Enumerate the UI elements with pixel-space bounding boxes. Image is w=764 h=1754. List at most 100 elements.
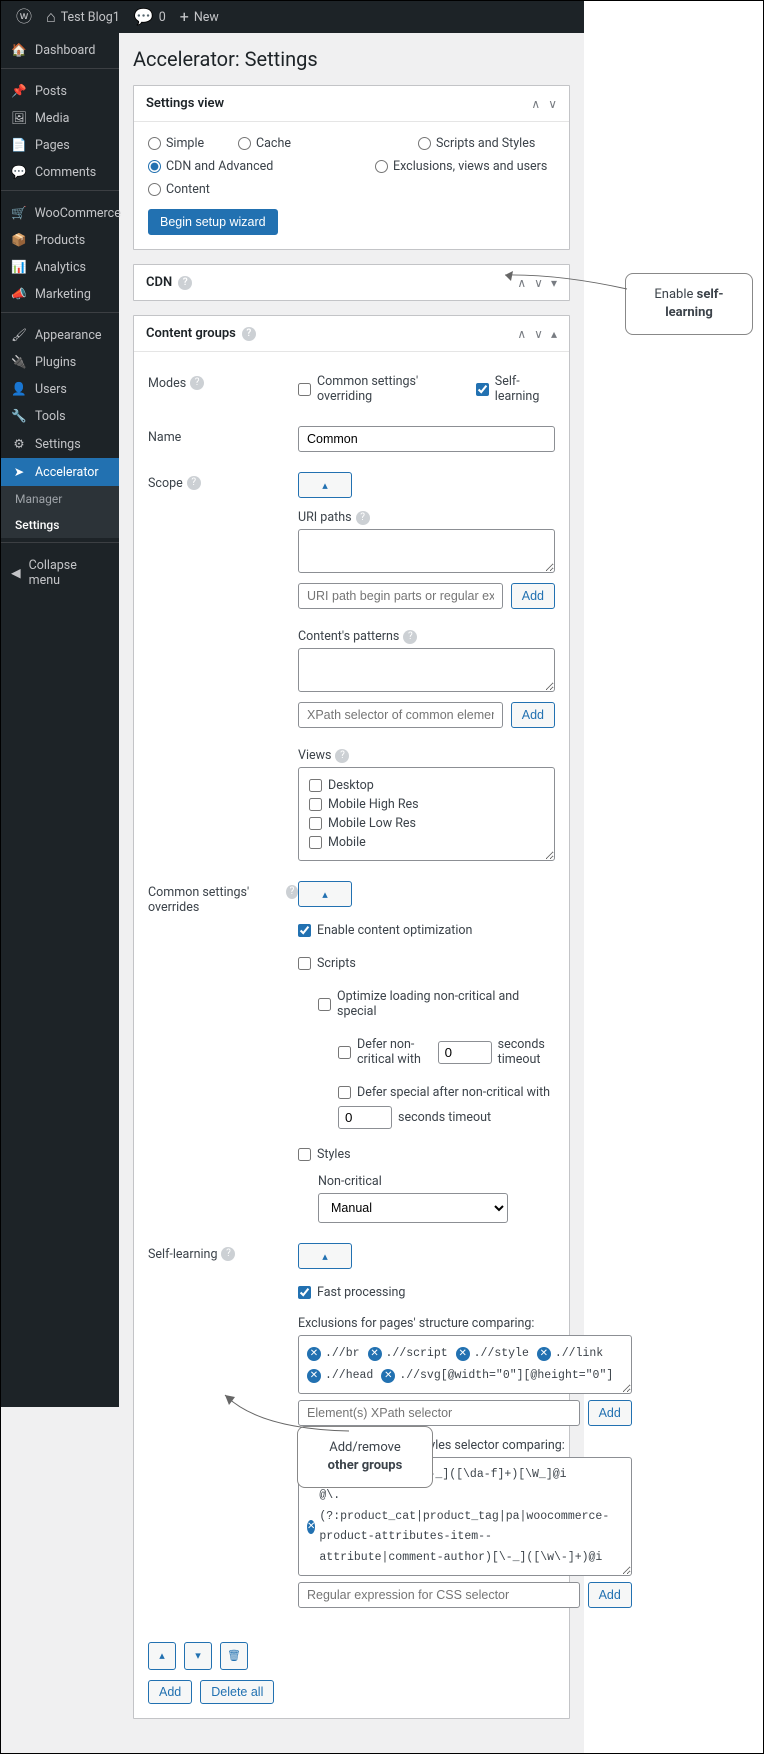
collapse-all-icon[interactable]: ▴ (551, 327, 557, 341)
chk-defer-noncrit[interactable]: Defer non-critical with seconds timeout (338, 1035, 555, 1069)
help-icon[interactable]: ? (286, 885, 298, 899)
dropdown-icon[interactable]: ▾ (551, 276, 557, 290)
help-icon[interactable]: ? (187, 476, 201, 490)
non-critical-label: Non-critical (318, 1174, 382, 1189)
chk-enable-opt[interactable]: Enable content optimization (298, 921, 555, 940)
uri-add-button[interactable]: Add (511, 583, 555, 609)
radio-content[interactable]: Content (148, 178, 278, 201)
xpath-add-button[interactable]: Add (511, 702, 555, 728)
help-icon[interactable]: ? (242, 327, 256, 341)
sidebar-item-media[interactable]: 🖼Media (1, 105, 119, 132)
sidebar-item-analytics[interactable]: 📊Analytics (1, 254, 119, 281)
sidebar-item-plugins[interactable]: 🔌Plugins (1, 349, 119, 376)
collapse-up-icon[interactable]: ∧ (517, 276, 526, 290)
defer-noncrit-input[interactable] (438, 1041, 492, 1064)
chk-optimize-loading[interactable]: Optimize loading non-critical and specia… (318, 987, 555, 1021)
overrides-collapse-button[interactable]: ▴ (298, 881, 352, 907)
sidebar-item-posts[interactable]: 📌Posts (1, 78, 119, 105)
help-icon[interactable]: ? (190, 376, 204, 390)
view-mobile-low-res[interactable]: Mobile Low Res (309, 814, 544, 833)
chk-fast-processing[interactable]: Fast processing (298, 1283, 632, 1302)
name-input[interactable] (298, 426, 555, 452)
sidebar-item-comments[interactable]: 💬Comments (1, 159, 119, 186)
help-icon[interactable]: ? (356, 511, 370, 525)
xpath-input[interactable] (298, 702, 503, 728)
delete-button[interactable]: 🗑 (220, 1642, 248, 1670)
sidebar-item-settings[interactable]: ⚙Settings (1, 430, 119, 458)
menu-icon: 🖼 (11, 111, 27, 126)
wp-logo[interactable]: ⓦ (9, 9, 39, 25)
view-mobile-high-res[interactable]: Mobile High Res (309, 795, 544, 814)
scope-collapse-button[interactable]: ▴ (298, 472, 352, 498)
chk-defer-special[interactable]: Defer special after non-critical with se… (338, 1083, 555, 1131)
expand-down-icon[interactable]: ∨ (548, 97, 557, 111)
collapse-up-icon[interactable]: ∧ (531, 97, 540, 111)
self-learning-collapse-button[interactable]: ▴ (298, 1243, 352, 1269)
uri-path-input[interactable] (298, 583, 503, 609)
cdn-title: CDN (146, 275, 172, 290)
help-icon[interactable]: ? (335, 749, 349, 763)
collapse-up-icon[interactable]: ∧ (517, 327, 526, 341)
radio-simple[interactable]: Simple (148, 132, 238, 155)
help-icon[interactable]: ? (178, 276, 192, 290)
help-icon[interactable]: ? (403, 630, 417, 644)
radio-scripts[interactable]: Scripts and Styles (418, 132, 548, 155)
defer-special-input[interactable] (338, 1106, 392, 1129)
sidebar-item-accelerator[interactable]: ➤Accelerator (1, 458, 119, 486)
sidebar-item-appearance[interactable]: 🖌Appearance (1, 322, 119, 349)
expand-down-icon[interactable]: ∨ (534, 327, 543, 341)
comments-link[interactable]: 💬0 (127, 9, 173, 25)
delete-all-button[interactable]: Delete all (200, 1680, 274, 1704)
collapse-icon: ◀ (11, 565, 21, 581)
expand-down-icon[interactable]: ∨ (534, 276, 543, 290)
new-label: New (194, 10, 219, 25)
site-name[interactable]: ⌂Test Blog1 (39, 9, 127, 25)
radio-cache[interactable]: Cache (238, 132, 418, 155)
views-box: DesktopMobile High ResMobile Low ResMobi… (298, 767, 555, 861)
move-down-button[interactable]: ▾ (184, 1642, 212, 1670)
remove-tag-icon[interactable]: ✕ (456, 1347, 470, 1361)
remove-tag-icon[interactable]: ✕ (307, 1369, 321, 1383)
tag-item: ✕@\.(?:product_cat|product_tag|pa|woocom… (307, 1486, 615, 1569)
new-content[interactable]: +New (173, 9, 226, 25)
chk-styles[interactable]: Styles (298, 1145, 555, 1164)
add-group-button[interactable]: Add (148, 1680, 192, 1704)
radio-cdn[interactable]: CDN and Advanced (148, 155, 285, 178)
style-add-button[interactable]: Add (588, 1582, 632, 1608)
view-desktop[interactable]: Desktop (309, 776, 544, 795)
remove-tag-icon[interactable]: ✕ (368, 1347, 382, 1361)
sidebar-item-products[interactable]: 📦Products (1, 227, 119, 254)
remove-tag-icon[interactable]: ✕ (307, 1347, 321, 1361)
sidebar-item-pages[interactable]: 📄Pages (1, 132, 119, 159)
sidebar-item-marketing[interactable]: 📣Marketing (1, 281, 119, 308)
menu-icon: 📣 (11, 287, 27, 302)
chk-self-learning[interactable]: Self-learning (476, 372, 555, 406)
non-critical-select[interactable]: Manual (318, 1193, 508, 1223)
struct-tags[interactable]: ✕.//br✕.//script✕.//style✕.//link✕.//hea… (298, 1335, 632, 1394)
sidebar-sub-settings[interactable]: Settings (1, 512, 119, 538)
admin-bar: ⓦ ⌂Test Blog1 💬0 +New (1, 1, 584, 33)
remove-tag-icon[interactable]: ✕ (381, 1369, 395, 1383)
sidebar-item-woocommerce[interactable]: 🛒WooCommerce (1, 200, 119, 227)
chk-scripts[interactable]: Scripts (298, 954, 555, 973)
tag-item: ✕.//svg[@width="0"][@height="0"] (381, 1366, 613, 1387)
move-up-button[interactable]: ▴ (148, 1642, 176, 1670)
begin-wizard-button[interactable]: Begin setup wizard (148, 209, 278, 235)
style-input[interactable] (298, 1582, 580, 1608)
collapse-menu[interactable]: ◀Collapse menu (1, 552, 119, 594)
sidebar-item-dashboard[interactable]: 🏠Dashboard (1, 37, 119, 64)
view-mobile[interactable]: Mobile (309, 833, 544, 852)
chk-common-override[interactable]: Common settings' overriding (298, 372, 458, 406)
contents-patterns-area[interactable] (298, 648, 555, 692)
sidebar-item-users[interactable]: 👤Users (1, 376, 119, 403)
struct-input[interactable] (298, 1400, 580, 1426)
remove-tag-icon[interactable]: ✕ (537, 1347, 551, 1361)
radio-exclusions[interactable]: Exclusions, views and users (375, 155, 555, 178)
uri-paths-area[interactable] (298, 529, 555, 573)
struct-add-button[interactable]: Add (588, 1400, 632, 1426)
sidebar-sub-manager[interactable]: Manager (1, 486, 119, 512)
help-icon[interactable]: ? (221, 1247, 235, 1261)
main-content: Accelerator: Settings Settings view ∧ ∨ … (119, 33, 584, 1753)
remove-tag-icon[interactable]: ✕ (307, 1520, 315, 1534)
sidebar-item-tools[interactable]: 🔧Tools (1, 403, 119, 430)
